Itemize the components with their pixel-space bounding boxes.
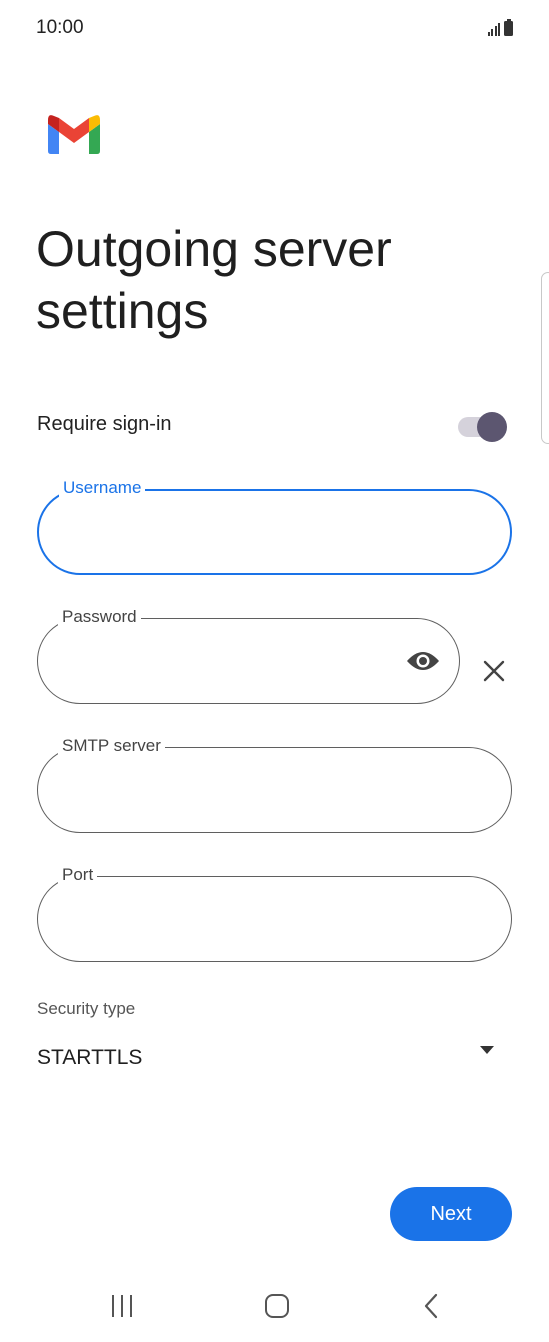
smtp-server-input[interactable] (60, 748, 451, 832)
edge-panel-handle[interactable] (541, 272, 549, 444)
battery-icon (504, 19, 513, 36)
dropdown-arrow-icon (480, 1046, 494, 1054)
toggle-thumb (477, 412, 507, 442)
status-time: 10:00 (36, 17, 84, 38)
security-type-dropdown[interactable]: STARTTLS (37, 1036, 502, 1080)
page-title: Outgoing server settings (36, 221, 392, 339)
username-field[interactable]: Username (37, 477, 512, 575)
home-icon[interactable] (265, 1294, 289, 1318)
back-icon[interactable] (423, 1293, 439, 1319)
username-input[interactable] (61, 491, 450, 573)
visibility-icon[interactable] (405, 649, 441, 673)
security-type-value: STARTTLS (37, 1046, 143, 1069)
signal-icon (487, 20, 500, 36)
require-signin-toggle[interactable] (458, 412, 508, 442)
recents-icon[interactable] (112, 1295, 132, 1317)
port-field[interactable]: Port (37, 864, 512, 962)
screen: 10:00 Outgoing server settings Require s… (0, 0, 549, 1342)
close-icon[interactable] (482, 659, 506, 683)
require-signin-label: Require sign-in (37, 413, 172, 435)
security-type-label: Security type (37, 999, 136, 1018)
next-button[interactable]: Next (390, 1187, 512, 1241)
smtp-server-field[interactable]: SMTP server (37, 735, 512, 833)
status-icons (487, 19, 513, 36)
password-input[interactable] (60, 619, 399, 703)
password-field[interactable]: Password (37, 606, 460, 704)
port-input[interactable] (60, 877, 451, 961)
gmail-logo (48, 115, 100, 154)
